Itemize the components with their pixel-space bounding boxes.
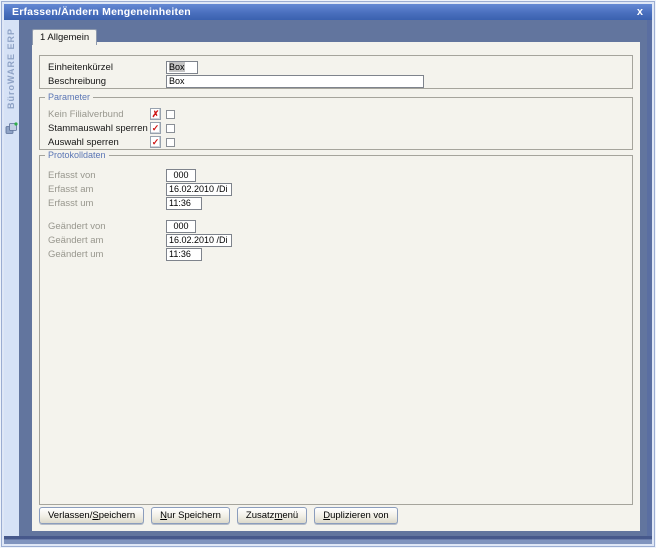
group-protokolldaten: Protokolldaten Erfasst von 000 Erfasst a… xyxy=(39,155,633,505)
content-area: 1 Allgemein Einheitenkürzel Box Beschrei… xyxy=(19,20,652,536)
beschreibung-input[interactable]: Box xyxy=(166,75,424,88)
geaendert-am-label: Geändert am xyxy=(48,235,166,246)
einheitenkuerzel-input[interactable]: Box xyxy=(166,61,198,74)
field-row: Beschreibung Box xyxy=(40,74,632,88)
erfasst-am-label: Erfasst am xyxy=(48,184,166,195)
geaendert-von-label: Geändert von xyxy=(48,221,166,232)
beschreibung-label: Beschreibung xyxy=(48,76,166,87)
field-row: Einheitenkürzel Box xyxy=(40,60,632,74)
protokoll-row: Geändert am 16.02.2010 /Di xyxy=(40,233,632,247)
window: Erfassen/Ändern Mengeneinheiten x BüroWA… xyxy=(1,1,655,547)
erfasst-um-input[interactable]: 11:36 xyxy=(166,197,202,210)
auswahl-sperren-checkbox[interactable] xyxy=(166,138,175,147)
protokoll-row: Erfasst am 16.02.2010 /Di xyxy=(40,182,632,196)
brand-vertical-text: BüroWARE ERP xyxy=(6,28,16,109)
protokoll-row: Geändert um 11:36 xyxy=(40,247,632,261)
protokoll-row: Geändert von 000 xyxy=(40,219,632,233)
geaendert-von-input[interactable]: 000 xyxy=(166,220,196,233)
nur-speichern-button[interactable]: Nur Speichern xyxy=(151,507,230,524)
protokoll-row: Erfasst um 11:36 xyxy=(40,196,632,210)
kein-filialverbund-label: Kein Filialverbund xyxy=(48,109,150,120)
group-general: Einheitenkürzel Box Beschreibung Box xyxy=(39,55,633,89)
erfasst-um-label: Erfasst um xyxy=(48,198,166,209)
kein-filialverbund-checkbox[interactable] xyxy=(166,110,175,119)
erfasst-von-input[interactable]: 000 xyxy=(166,169,196,182)
protokolldaten-legend: Protokolldaten xyxy=(45,150,109,161)
zusatzmenu-button[interactable]: Zusatzmenü xyxy=(237,507,307,524)
param-row: Kein Filialverbund ✗ xyxy=(40,107,632,121)
duplizieren-von-button[interactable]: Duplizieren von xyxy=(314,507,398,524)
tab-row: 1 Allgemein xyxy=(32,26,640,42)
close-icon[interactable]: x xyxy=(637,5,652,19)
stammauswahl-sperren-checkbox[interactable] xyxy=(166,124,175,133)
geaendert-um-label: Geändert um xyxy=(48,249,166,260)
red-check-icon[interactable]: ✓ xyxy=(150,136,161,148)
auswahl-sperren-label: Auswahl sperren xyxy=(48,137,150,148)
param-row: Auswahl sperren ✓ xyxy=(40,135,632,149)
verlassen-speichern-button[interactable]: Verlassen/Speichern xyxy=(39,507,144,524)
erfasst-am-input[interactable]: 16.02.2010 /Di xyxy=(166,183,232,196)
geaendert-am-input[interactable]: 16.02.2010 /Di xyxy=(166,234,232,247)
selected-text: Box xyxy=(169,62,185,72)
tab-allgemein[interactable]: 1 Allgemein xyxy=(32,29,97,45)
einheitenkuerzel-label: Einheitenkürzel xyxy=(48,62,166,73)
window-title: Erfassen/Ändern Mengeneinheiten xyxy=(4,6,191,18)
sidebar: BüroWARE ERP xyxy=(4,20,19,536)
button-row: Verlassen/Speichern Nur Speichern Zusatz… xyxy=(39,507,633,527)
group-parameter: Parameter Kein Filialverbund ✗ Stammausw… xyxy=(39,97,633,150)
red-x-icon[interactable]: ✗ xyxy=(150,108,161,120)
red-check-icon[interactable]: ✓ xyxy=(150,122,161,134)
protokoll-row: Erfasst von 000 xyxy=(40,168,632,182)
geaendert-um-input[interactable]: 11:36 xyxy=(166,248,202,261)
form-panel: Einheitenkürzel Box Beschreibung Box Par… xyxy=(32,42,640,531)
parameter-legend: Parameter xyxy=(45,92,93,103)
param-row: Stammauswahl sperren ✓ xyxy=(40,121,632,135)
title-bar: Erfassen/Ändern Mengeneinheiten x xyxy=(4,4,652,20)
stammauswahl-sperren-label: Stammauswahl sperren xyxy=(48,123,150,134)
erfasst-von-label: Erfasst von xyxy=(48,170,166,181)
linked-windows-icon[interactable] xyxy=(5,122,18,135)
window-frame-bottom xyxy=(4,536,652,544)
